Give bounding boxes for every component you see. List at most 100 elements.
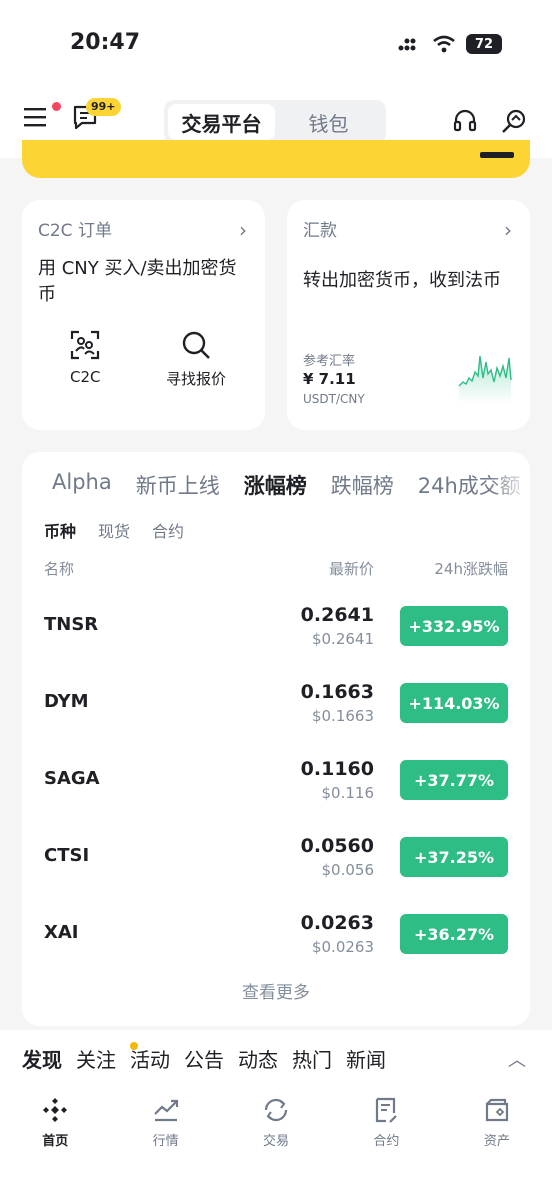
tab-trending[interactable]: 热门 xyxy=(292,1044,332,1073)
row-change-badge: +36.27% xyxy=(400,914,508,954)
market-card: Alpha 新币上线 涨幅榜 跌幅榜 24h成交额 币种 现货 合约 名称 最新… xyxy=(22,452,530,1026)
markets-icon xyxy=(153,1099,178,1122)
row-fiat-price: $0.1663 xyxy=(311,707,374,725)
market-row[interactable]: DYM 0.1663 $0.1663 +114.03% xyxy=(22,669,530,747)
cellular-icon xyxy=(398,38,416,51)
tab-alpha[interactable]: Alpha xyxy=(52,470,112,500)
view-more-link[interactable]: 查看更多 xyxy=(22,978,530,1003)
following-dot xyxy=(130,1042,138,1050)
c2c-icon xyxy=(71,330,100,360)
tab-new-listings[interactable]: 新币上线 xyxy=(136,470,220,500)
tab-feed[interactable]: 动态 xyxy=(238,1044,278,1073)
find-quote-action[interactable]: 寻找报价 xyxy=(166,330,226,389)
row-change-badge: +114.03% xyxy=(400,683,508,723)
c2c-card[interactable]: C2C 订单 › 用 CNY 买入/卖出加密货币 C2C 寻找报价 xyxy=(22,200,265,430)
tab-news[interactable]: 新闻 xyxy=(346,1044,386,1073)
tab-exchange[interactable]: 交易平台 xyxy=(168,104,275,140)
row-price: 0.1663 xyxy=(300,681,374,703)
c2c-card-title: C2C 订单 xyxy=(38,221,112,241)
bottom-area: 发现 关注 活动 公告 动态 热门 新闻 ︿ 首页 行情 交易 合约 资产 xyxy=(0,1030,552,1200)
wifi-icon xyxy=(433,35,455,53)
c2c-card-desc: 用 CNY 买入/卖出加密货币 xyxy=(38,258,237,305)
tab-top-losers[interactable]: 跌幅榜 xyxy=(331,470,394,500)
find-quote-label: 寻找报价 xyxy=(166,370,227,388)
nav-markets[interactable]: 行情 xyxy=(110,1096,220,1149)
row-fiat-price: $0.0263 xyxy=(311,938,374,956)
discover-tabs: 发现 关注 活动 公告 动态 热门 新闻 xyxy=(22,1044,386,1073)
sub-tab-futures[interactable]: 合约 xyxy=(152,518,184,542)
nav-assets[interactable]: 资产 xyxy=(442,1096,552,1149)
row-symbol: TNSR xyxy=(44,614,99,635)
market-row[interactable]: CTSI 0.0560 $0.056 +37.25% xyxy=(22,823,530,901)
tab-wallet[interactable]: 钱包 xyxy=(275,104,382,140)
row-symbol: DYM xyxy=(44,691,89,712)
market-sub-tabs: 币种 现货 合约 xyxy=(44,518,184,542)
row-symbol: SAGA xyxy=(44,768,100,789)
row-price: 0.2641 xyxy=(300,604,374,626)
rate-label: 参考汇率 xyxy=(303,354,356,369)
futures-icon xyxy=(376,1097,398,1123)
row-fiat-price: $0.056 xyxy=(321,861,375,879)
header-right xyxy=(452,108,528,136)
tab-top-gainers[interactable]: 涨幅榜 xyxy=(244,470,307,500)
nav-home-label: 首页 xyxy=(42,1134,69,1149)
battery-indicator: 72 xyxy=(466,34,502,54)
menu-icon[interactable] xyxy=(24,106,48,128)
tab-following[interactable]: 关注 xyxy=(76,1044,116,1073)
market-row[interactable]: SAGA 0.1160 $0.116 +37.77% xyxy=(22,746,530,824)
market-row[interactable]: TNSR 0.2641 $0.2641 +332.95% xyxy=(22,592,530,670)
column-name: 名称 xyxy=(44,560,75,578)
nav-home[interactable]: 首页 xyxy=(0,1096,110,1149)
bottom-nav: 首页 行情 交易 合约 资产 xyxy=(0,1096,552,1149)
search-icon xyxy=(182,331,210,359)
nav-futures-label: 合约 xyxy=(373,1134,400,1149)
home-icon xyxy=(43,1098,68,1122)
market-tabs: Alpha 新币上线 涨幅榜 跌幅榜 24h成交额 xyxy=(52,470,521,500)
row-symbol: CTSI xyxy=(44,845,90,866)
trade-icon xyxy=(264,1098,288,1122)
rate-sparkline xyxy=(458,355,512,404)
menu-notification-dot xyxy=(52,102,61,111)
chevron-right-icon: › xyxy=(239,218,247,242)
market-row[interactable]: XAI 0.0263 $0.0263 +36.27% xyxy=(22,900,530,978)
row-change-badge: +37.77% xyxy=(400,760,508,800)
remit-card-title: 汇款 xyxy=(303,221,337,241)
row-price: 0.1160 xyxy=(300,758,374,780)
wallet-icon xyxy=(485,1098,508,1122)
search-quote-icon[interactable] xyxy=(500,108,528,136)
row-fiat-price: $0.116 xyxy=(321,784,375,802)
status-icons: 72 xyxy=(398,34,502,54)
column-price[interactable]: 最新价 xyxy=(329,558,374,579)
remit-card[interactable]: 汇款 › 转出加密货币，收到法币 参考汇率 ¥ 7.11 USDT/CNY xyxy=(287,200,530,430)
rate-pair: USDT/CNY xyxy=(303,392,365,406)
column-change[interactable]: 24h涨跌幅 xyxy=(434,558,508,579)
nav-trade[interactable]: 交易 xyxy=(221,1096,331,1149)
row-price: 0.0263 xyxy=(300,912,374,934)
tab-discover[interactable]: 发现 xyxy=(22,1044,62,1073)
chevron-up-icon[interactable]: ︿ xyxy=(508,1046,526,1072)
c2c-action[interactable]: C2C xyxy=(70,330,101,386)
status-time: 20:47 xyxy=(70,30,141,55)
sub-tab-spot[interactable]: 现货 xyxy=(98,518,130,542)
c2c-action-label: C2C xyxy=(70,368,101,386)
banner-indicator xyxy=(480,152,514,158)
row-change-badge: +37.25% xyxy=(400,837,508,877)
row-price: 0.0560 xyxy=(300,835,374,857)
header-segment-control: 交易平台 钱包 xyxy=(164,100,386,144)
sub-tab-coins[interactable]: 币种 xyxy=(44,518,76,542)
row-fiat-price: $0.2641 xyxy=(311,630,374,648)
message-badge: 99+ xyxy=(86,98,121,116)
tab-announcements[interactable]: 公告 xyxy=(184,1044,224,1073)
row-change-badge: +332.95% xyxy=(400,606,508,646)
nav-trade-label: 交易 xyxy=(263,1134,290,1149)
row-symbol: XAI xyxy=(44,922,79,943)
rate-value: ¥ 7.11 xyxy=(303,370,356,388)
headset-icon[interactable] xyxy=(452,108,478,134)
promo-banner[interactable] xyxy=(22,140,530,178)
remit-card-desc: 转出加密货币，收到法币 xyxy=(303,270,501,291)
nav-assets-label: 资产 xyxy=(483,1134,510,1149)
nav-futures[interactable]: 合约 xyxy=(331,1096,441,1149)
chevron-right-icon: › xyxy=(504,218,512,242)
tabs-fade xyxy=(490,462,530,502)
nav-markets-label: 行情 xyxy=(152,1134,179,1149)
